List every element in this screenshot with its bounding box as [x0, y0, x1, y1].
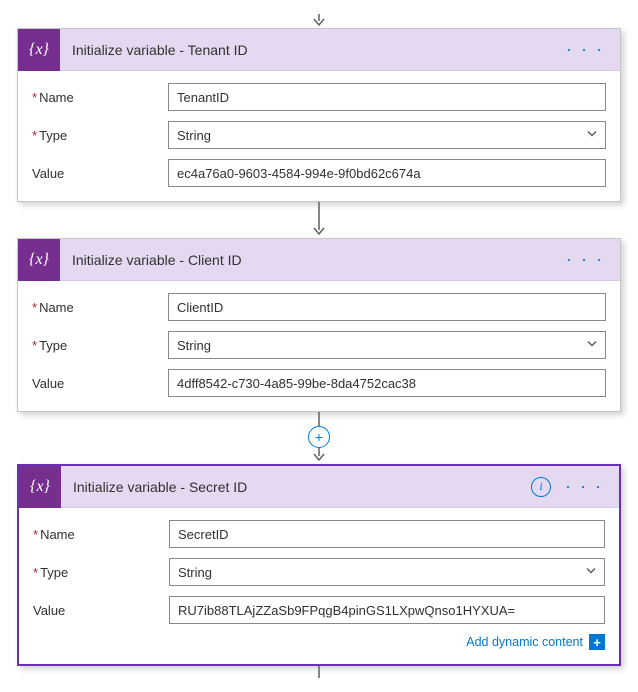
card-body: *Name *Type Value	[18, 281, 620, 411]
field-row-type: *Type	[33, 558, 605, 586]
field-label: Value	[32, 166, 168, 181]
more-icon[interactable]: · · ·	[559, 472, 609, 501]
flow-connector	[309, 666, 329, 678]
field-label: *Name	[32, 90, 168, 105]
field-label: *Type	[33, 565, 169, 580]
add-dynamic-content-link[interactable]: Add dynamic content +	[33, 634, 605, 650]
variable-icon: {x}	[18, 239, 60, 281]
more-icon[interactable]: · · ·	[560, 245, 610, 274]
field-row-name: *Name	[32, 83, 606, 111]
value-input[interactable]	[168, 159, 606, 187]
action-card-tenant-id[interactable]: {x} Initialize variable - Tenant ID · · …	[17, 28, 621, 202]
type-select[interactable]	[168, 331, 606, 359]
field-label: *Name	[32, 300, 168, 315]
field-row-type: *Type	[32, 331, 606, 359]
field-label: Value	[33, 603, 169, 618]
card-header[interactable]: {x} Initialize variable - Secret ID i · …	[19, 466, 619, 508]
field-label: *Type	[32, 128, 168, 143]
value-input[interactable]	[168, 369, 606, 397]
more-icon[interactable]: · · ·	[560, 35, 610, 64]
flow-connector-with-add: +	[308, 412, 330, 464]
type-select[interactable]	[169, 558, 605, 586]
field-row-value: Value	[32, 159, 606, 187]
action-card-client-id[interactable]: {x} Initialize variable - Client ID · · …	[17, 238, 621, 412]
flow-connector	[309, 14, 329, 28]
field-label: *Name	[33, 527, 169, 542]
card-header[interactable]: {x} Initialize variable - Client ID · · …	[18, 239, 620, 281]
flow-connector	[309, 202, 329, 238]
info-icon[interactable]: i	[531, 477, 551, 497]
name-input[interactable]	[168, 293, 606, 321]
field-row-name: *Name	[33, 520, 605, 548]
action-card-secret-id[interactable]: {x} Initialize variable - Secret ID i · …	[17, 464, 621, 666]
card-title: Initialize variable - Secret ID	[61, 479, 531, 495]
card-title: Initialize variable - Client ID	[60, 252, 560, 268]
field-row-value: Value	[33, 596, 605, 624]
flow-designer: {x} Initialize variable - Tenant ID · · …	[14, 14, 624, 678]
name-input[interactable]	[168, 83, 606, 111]
card-body: *Name *Type Value	[18, 71, 620, 201]
plus-icon: +	[589, 634, 605, 650]
card-title: Initialize variable - Tenant ID	[60, 42, 560, 58]
field-label: Value	[32, 376, 168, 391]
variable-icon: {x}	[19, 466, 61, 508]
field-row-name: *Name	[32, 293, 606, 321]
value-input[interactable]	[169, 596, 605, 624]
field-row-type: *Type	[32, 121, 606, 149]
add-dynamic-content-label: Add dynamic content	[466, 635, 583, 649]
type-select[interactable]	[168, 121, 606, 149]
field-row-value: Value	[32, 369, 606, 397]
variable-icon: {x}	[18, 29, 60, 71]
add-action-button[interactable]: +	[308, 426, 330, 448]
card-header[interactable]: {x} Initialize variable - Tenant ID · · …	[18, 29, 620, 71]
card-body: *Name *Type Value Add dynamic content +	[19, 508, 619, 664]
field-label: *Type	[32, 338, 168, 353]
name-input[interactable]	[169, 520, 605, 548]
